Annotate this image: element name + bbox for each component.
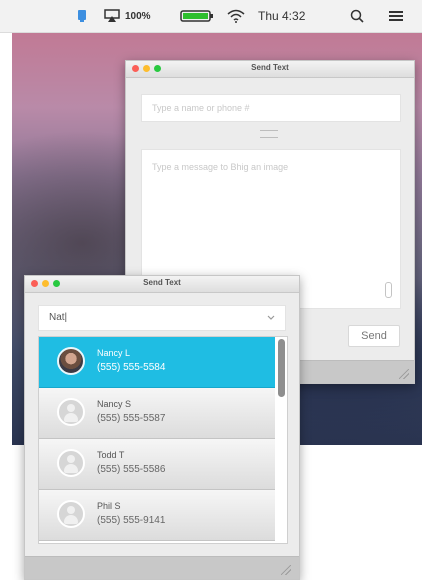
split-handle[interactable] — [260, 130, 278, 138]
list-item[interactable]: Phil S (555) 555-9141 — [39, 490, 275, 541]
clock[interactable]: Thu 4:32 — [258, 7, 305, 25]
scrollbar[interactable] — [278, 339, 285, 397]
app-status-icon[interactable] — [76, 7, 88, 25]
window-title: Send Text — [251, 63, 289, 72]
airplay-icon[interactable] — [104, 7, 120, 25]
wifi-icon[interactable] — [227, 7, 245, 25]
contact-name: Nancy L — [97, 348, 131, 358]
contact-name: Nancy S — [97, 399, 132, 409]
resize-grip-icon[interactable] — [399, 369, 409, 379]
notification-center-icon[interactable] — [388, 7, 404, 25]
contact-phone: (555) 555-5586 — [97, 464, 166, 475]
recipient-input[interactable]: Type a name or phone # — [141, 94, 401, 122]
status-bar — [25, 556, 299, 579]
title-bar[interactable]: Send Text — [126, 61, 414, 78]
contact-name: Phil S — [97, 501, 121, 511]
send-button[interactable]: Send — [348, 325, 400, 347]
window-title: Send Text — [143, 278, 181, 287]
search-icon[interactable] — [350, 7, 364, 25]
battery-icon[interactable] — [180, 7, 214, 25]
battery-percentage: 100% — [125, 10, 151, 22]
attach-icon[interactable] — [385, 282, 392, 298]
contact-search-input[interactable]: Nat| — [38, 305, 286, 331]
chevron-down-icon[interactable] — [267, 315, 275, 321]
message-placeholder: Type a message to Bhig an image — [152, 162, 289, 172]
contact-phone: (555) 555-5587 — [97, 413, 166, 424]
list-item[interactable]: Todd T (555) 555-5586 — [39, 439, 275, 490]
contact-phone: (555) 555-9141 — [97, 515, 166, 526]
search-value: Nat| — [49, 312, 68, 323]
list-item[interactable]: Nancy S (555) 555-5587 — [39, 388, 275, 439]
avatar — [57, 398, 85, 426]
avatar — [57, 347, 85, 375]
avatar — [57, 500, 85, 528]
recipient-placeholder: Type a name or phone # — [152, 103, 250, 113]
contact-phone: (555) 555-5584 — [97, 362, 166, 373]
list-item[interactable]: Nancy L (555) 555-5584 — [39, 337, 275, 388]
contact-name: Todd T — [97, 450, 125, 460]
resize-grip-icon[interactable] — [281, 565, 291, 575]
avatar — [57, 449, 85, 477]
menu-bar: 100% Thu 4:32 — [0, 0, 422, 33]
title-bar[interactable]: Send Text — [25, 276, 299, 293]
contact-list[interactable]: Nancy L (555) 555-5584 Nancy S (555) 555… — [38, 336, 288, 544]
